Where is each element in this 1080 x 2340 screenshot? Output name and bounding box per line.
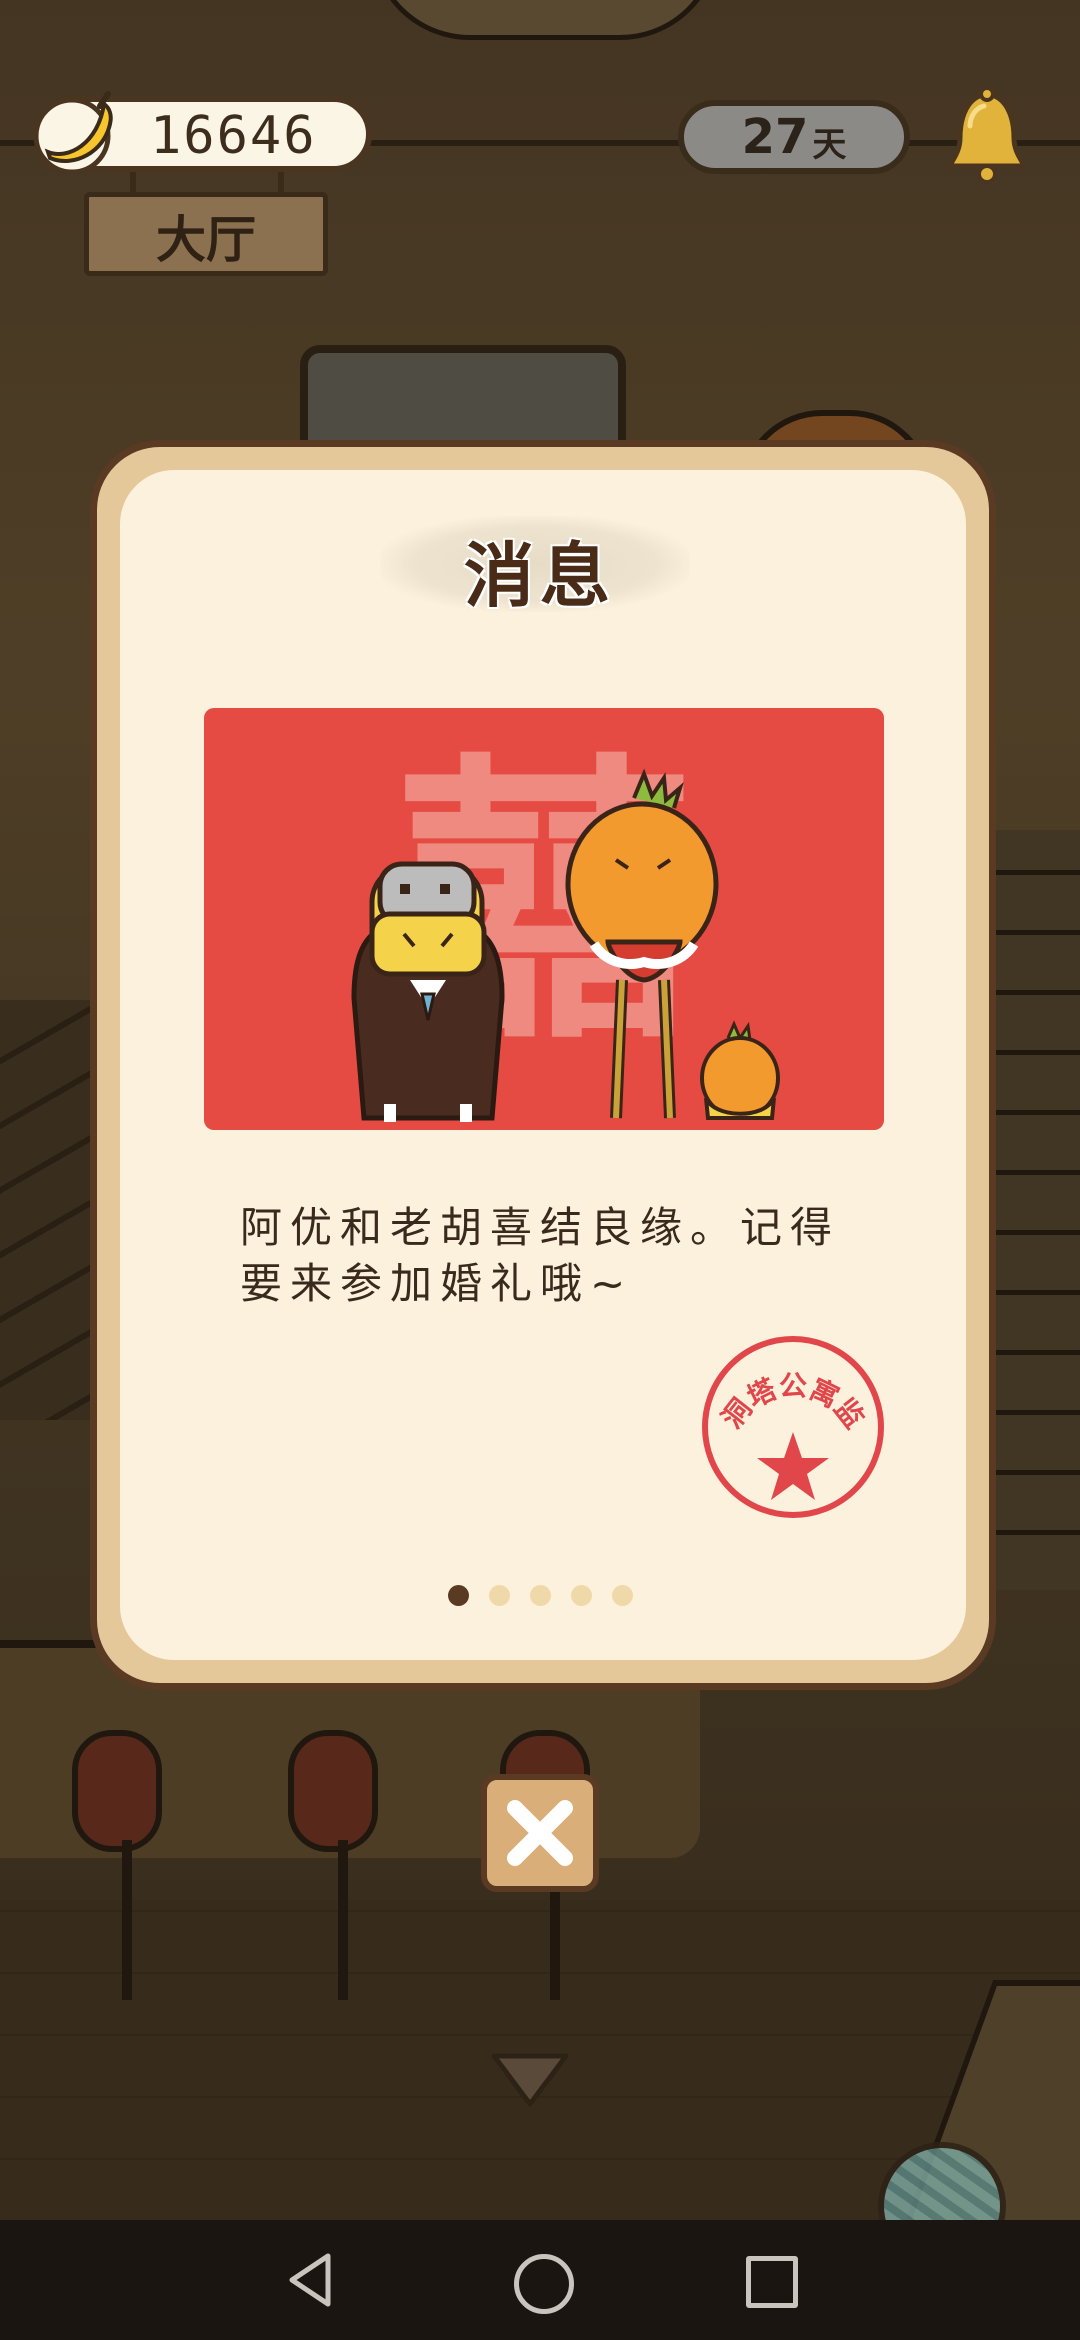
- page-dot[interactable]: [612, 1585, 633, 1606]
- days-counter: 27 天: [678, 100, 910, 174]
- stamp-text: 脑洞塔公寓监制: [698, 1332, 871, 1435]
- message-text: 阿优和老胡喜结良缘。记得要来参加婚礼哦~: [240, 1203, 841, 1308]
- close-button[interactable]: [481, 1774, 599, 1892]
- days-unit: 天: [812, 124, 847, 165]
- page-dot[interactable]: [448, 1585, 469, 1606]
- baby-character: [700, 1020, 780, 1120]
- chevron-down-icon[interactable]: [488, 2050, 572, 2110]
- page-dot[interactable]: [530, 1585, 551, 1606]
- bell-icon[interactable]: [944, 86, 1030, 186]
- days-value: 27: [741, 109, 809, 165]
- svg-text:脑洞塔公寓监制: 脑洞塔公寓监制: [698, 1332, 871, 1435]
- banana-count: 16646: [150, 106, 317, 166]
- wedding-illustration: 囍: [204, 708, 884, 1130]
- back-icon[interactable]: [282, 2250, 342, 2310]
- room-name: 大厅: [156, 211, 256, 269]
- page-indicator: [448, 1585, 633, 1606]
- official-stamp: 脑洞塔公寓监制: [698, 1332, 884, 1518]
- groom-character: [351, 861, 505, 1122]
- page-dot[interactable]: [571, 1585, 592, 1606]
- banana-icon: [33, 91, 113, 175]
- page-dot[interactable]: [489, 1585, 510, 1606]
- close-icon: [507, 1800, 573, 1866]
- recents-icon[interactable]: [746, 2256, 798, 2308]
- home-icon[interactable]: [514, 2254, 574, 2314]
- dialog-title: 消息: [464, 535, 616, 617]
